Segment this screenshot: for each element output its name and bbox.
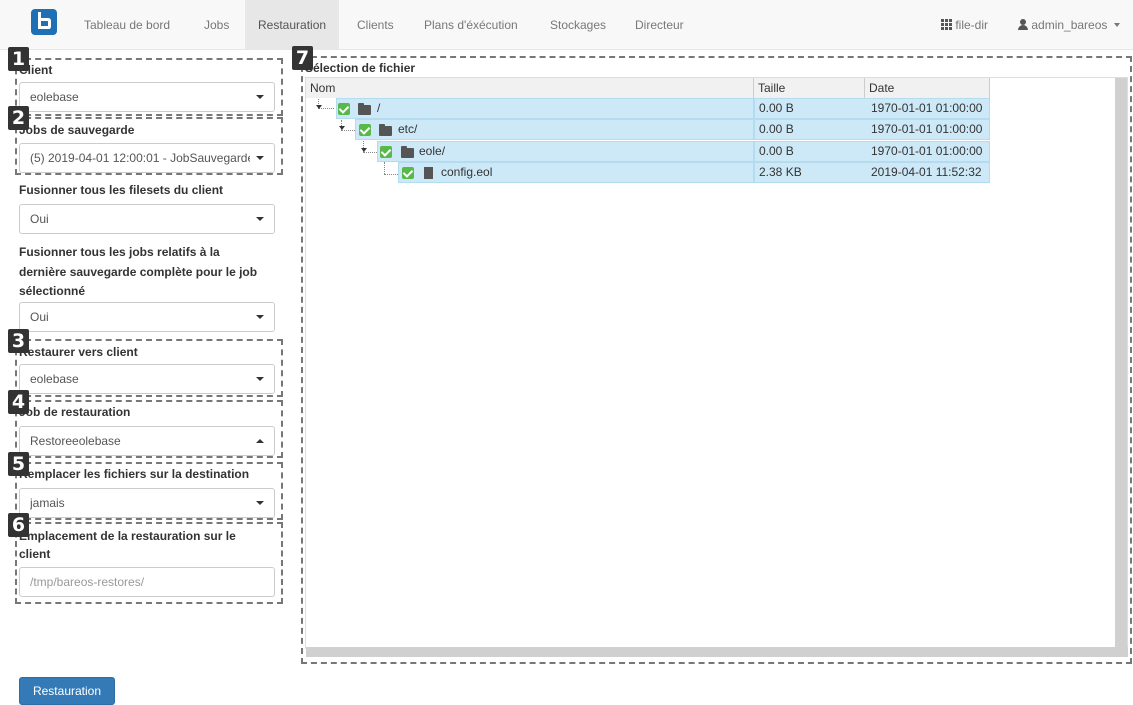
caret-down-icon: [256, 315, 264, 319]
grid-icon: [941, 19, 952, 30]
tree-row-name: config.eol: [441, 165, 493, 179]
expand-arrow-icon[interactable]: [361, 148, 367, 152]
horizontal-scrollbar[interactable]: [306, 647, 1128, 657]
merge-jobs-label-line2: dernière sauvegarde complète pour le job: [19, 265, 258, 279]
user-name: admin_bareos: [1031, 18, 1108, 32]
file-icon: [424, 167, 433, 179]
callout-badge-5: 5: [8, 452, 29, 476]
callout-badge-4: 4: [8, 390, 29, 414]
bareos-logo-icon[interactable]: [31, 9, 57, 35]
nav-directeur[interactable]: Directeur: [622, 0, 697, 50]
director-menu[interactable]: file-dir: [928, 0, 1001, 50]
tree-connector: [384, 174, 398, 175]
callout-box-4: [15, 400, 283, 458]
chevron-down-icon: [1113, 23, 1120, 27]
merge-filesets-value: Oui: [30, 212, 49, 226]
tree-row-name: /: [377, 101, 381, 115]
folder-icon: [379, 124, 392, 136]
merge-jobs-label-line1: Fusionner tous les jobs relatifs à la: [19, 245, 220, 259]
tree-row-date: 1970-01-01 01:00:00: [871, 144, 983, 158]
checkbox-checked-icon[interactable]: [359, 124, 371, 136]
merge-jobs-select[interactable]: Oui: [19, 302, 275, 332]
file-selection-title: Sélection de fichier: [305, 61, 416, 75]
logo-glyph: [38, 12, 51, 29]
tree-row-date: 2019-04-01 11:52:32: [871, 165, 982, 179]
director-name: file-dir: [955, 18, 989, 32]
tree-connector: [341, 130, 355, 131]
top-navbar: Tableau de bord Jobs Restauration Client…: [0, 0, 1133, 50]
checkbox-checked-icon[interactable]: [380, 146, 392, 158]
tree-row-size: 0.00 B: [759, 144, 794, 158]
callout-box-2: [15, 117, 283, 175]
tree-row-name: eole/: [419, 144, 446, 158]
nav-clients[interactable]: Clients: [344, 0, 407, 50]
caret-down-icon: [256, 217, 264, 221]
nav-stockages[interactable]: Stockages: [537, 0, 619, 50]
tree-row-date: 1970-01-01 01:00:00: [871, 101, 983, 115]
column-header-name[interactable]: Nom: [306, 78, 754, 98]
nav-plans-execution[interactable]: Plans d'éxécution: [411, 0, 531, 50]
callout-badge-2: 2: [8, 106, 29, 130]
column-header-size[interactable]: Taille: [754, 78, 865, 98]
callout-box-3: [15, 339, 283, 397]
callout-badge-6: 6: [8, 513, 29, 537]
tree-row-name-bg[interactable]: [336, 98, 754, 119]
tree-row-name: etc/: [398, 122, 418, 136]
folder-icon: [401, 146, 414, 158]
merge-filesets-label: Fusionner tous les filesets du client: [19, 183, 224, 197]
callout-box-5: [15, 462, 283, 520]
tree-row-size: 0.00 B: [759, 101, 794, 115]
merge-jobs-label-line3: sélectionné: [19, 284, 86, 298]
checkbox-checked-icon[interactable]: [402, 167, 414, 179]
user-menu[interactable]: admin_bareos: [1005, 0, 1133, 50]
nav-tableau-de-bord[interactable]: Tableau de bord: [71, 0, 183, 50]
tree-connector: [363, 152, 377, 153]
callout-box-1: [15, 58, 283, 116]
restore-submit-button[interactable]: Restauration: [19, 677, 115, 705]
tree-row-date: 1970-01-01 01:00:00: [871, 122, 983, 136]
tree-row-size: 2.38 KB: [759, 165, 802, 179]
nav-jobs[interactable]: Jobs: [191, 0, 242, 50]
callout-box-6: [15, 522, 283, 604]
vertical-scrollbar[interactable]: [1115, 78, 1127, 648]
callout-badge-3: 3: [8, 329, 29, 353]
user-icon: [1018, 19, 1028, 30]
tree-row-size: 0.00 B: [759, 122, 794, 136]
expand-arrow-icon[interactable]: [339, 126, 345, 130]
tree-connector: [384, 162, 385, 174]
merge-jobs-value: Oui: [30, 310, 49, 324]
nav-restauration[interactable]: Restauration: [245, 0, 340, 50]
checkbox-checked-icon[interactable]: [338, 103, 350, 115]
callout-badge-1: 1: [8, 47, 29, 71]
expand-arrow-icon[interactable]: [316, 105, 322, 109]
folder-icon: [358, 103, 371, 115]
merge-filesets-select[interactable]: Oui: [19, 204, 275, 234]
column-header-date[interactable]: Date: [865, 78, 990, 98]
